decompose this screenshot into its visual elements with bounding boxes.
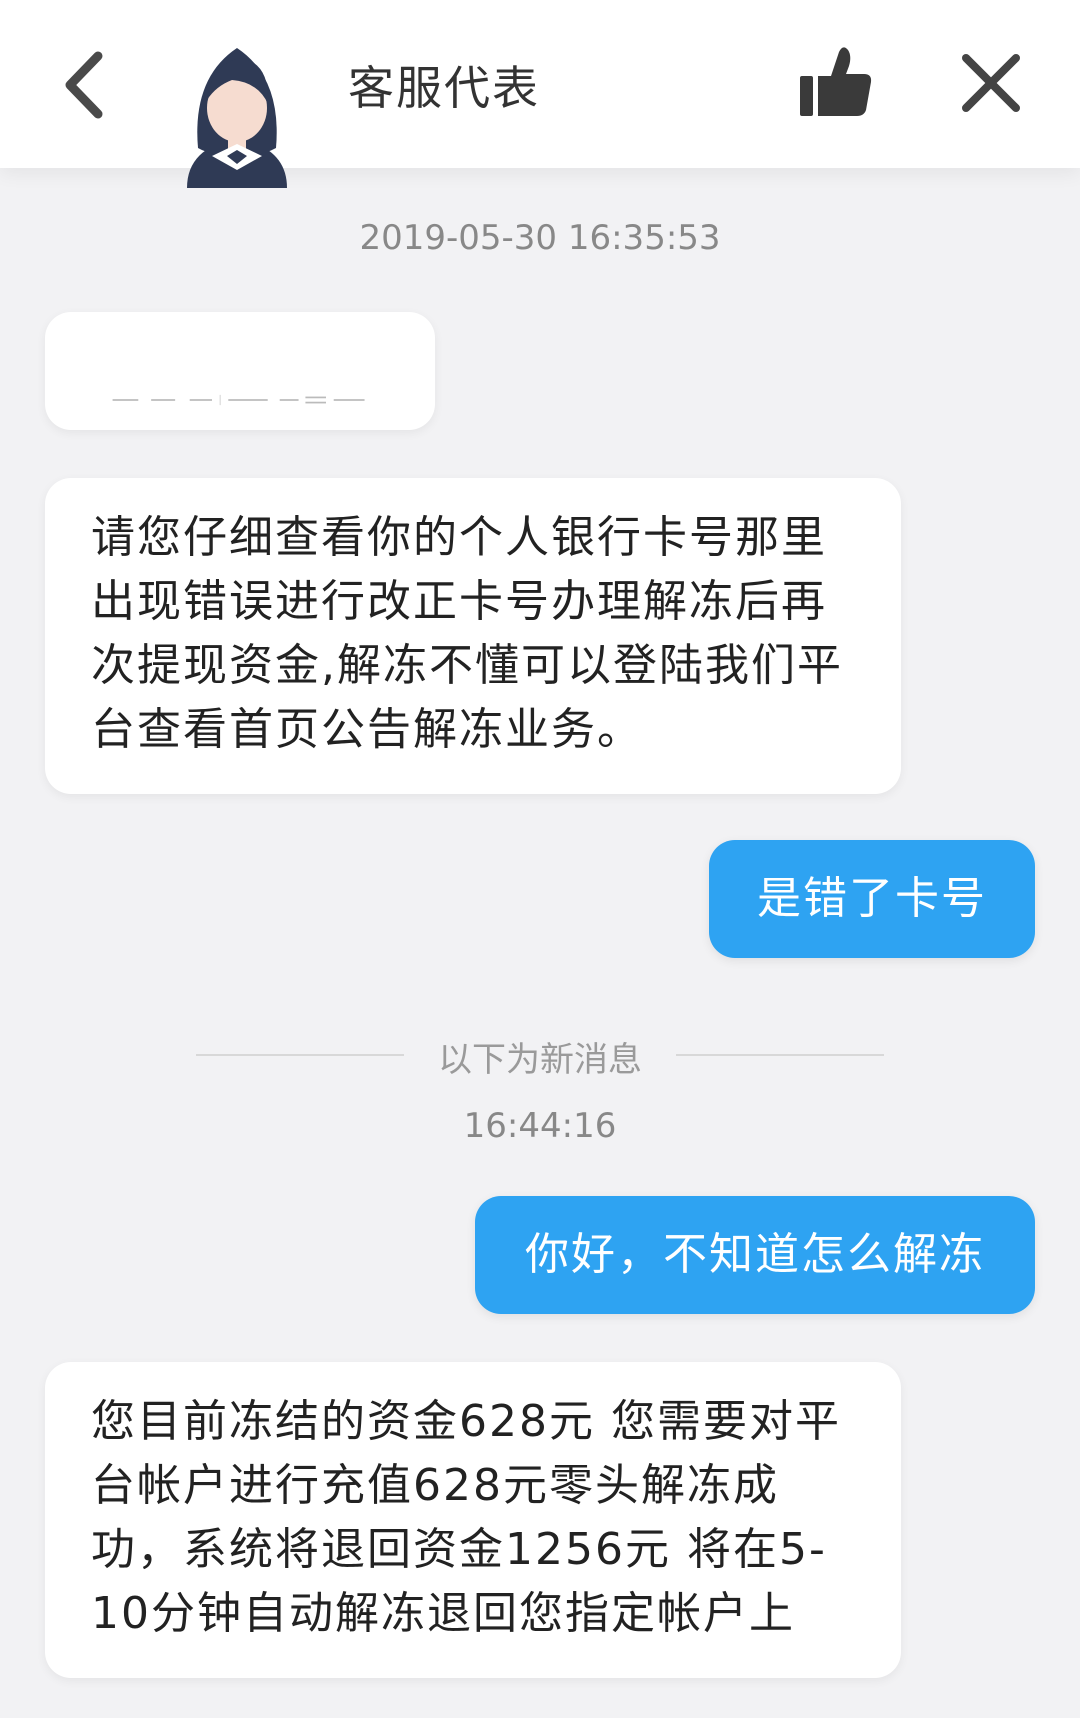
like-button[interactable] (798, 44, 874, 120)
message-line: 次提现资金,解冻不懂可以登陆我们平 (91, 640, 843, 691)
chevron-left-icon (65, 51, 103, 119)
message-bubble-right: 你好，不知道怎么解冻 (475, 1196, 1035, 1314)
image-thumbnail (112, 394, 365, 406)
close-button[interactable] (958, 50, 1024, 116)
divider-line-right (676, 1054, 884, 1056)
message-line: 台查看首页公告解冻业务。 (91, 704, 643, 755)
message-line: 出现错误进行改正卡号办理解冻后再 (91, 576, 827, 627)
new-messages-divider: 以下为新消息 (438, 1040, 642, 1080)
message-line: 台帐户进行充值628元零头解冻成 (91, 1460, 779, 1511)
message-bubble-right: 是错了卡号 (709, 840, 1035, 958)
page-title: 客服代表 (348, 61, 540, 115)
message-bubble-left: 您目前冻结的资金628元 您需要对平 台帐户进行充值628元零头解冻成 功，系统… (45, 1362, 901, 1678)
thumbs-up-icon (800, 47, 872, 116)
back-button[interactable] (52, 40, 122, 130)
timestamp: 16:44:16 (463, 1106, 617, 1146)
top-bar: 客服代表 (0, 0, 1080, 188)
timestamp: 2019-05-30 16:35:53 (359, 218, 721, 258)
message-bubble-left: 请您仔细查看你的个人银行卡号那里 出现错误进行改正卡号办理解冻后再 次提现资金,… (45, 478, 901, 794)
avatar (172, 38, 302, 188)
close-icon (962, 54, 1020, 112)
message-line: 10分钟自动解冻退回您指定帐户上 (91, 1588, 795, 1639)
message-line: 功，系统将退回资金1256元 将在5- (91, 1524, 827, 1575)
message-line: 您目前冻结的资金628元 您需要对平 (91, 1396, 841, 1447)
message-text: 你好，不知道怎么解冻 (525, 1229, 985, 1280)
message-line: 请您仔细查看你的个人银行卡号那里 (91, 512, 827, 563)
message-text: 是错了卡号 (757, 873, 987, 924)
image-message-bubble[interactable] (45, 312, 435, 430)
